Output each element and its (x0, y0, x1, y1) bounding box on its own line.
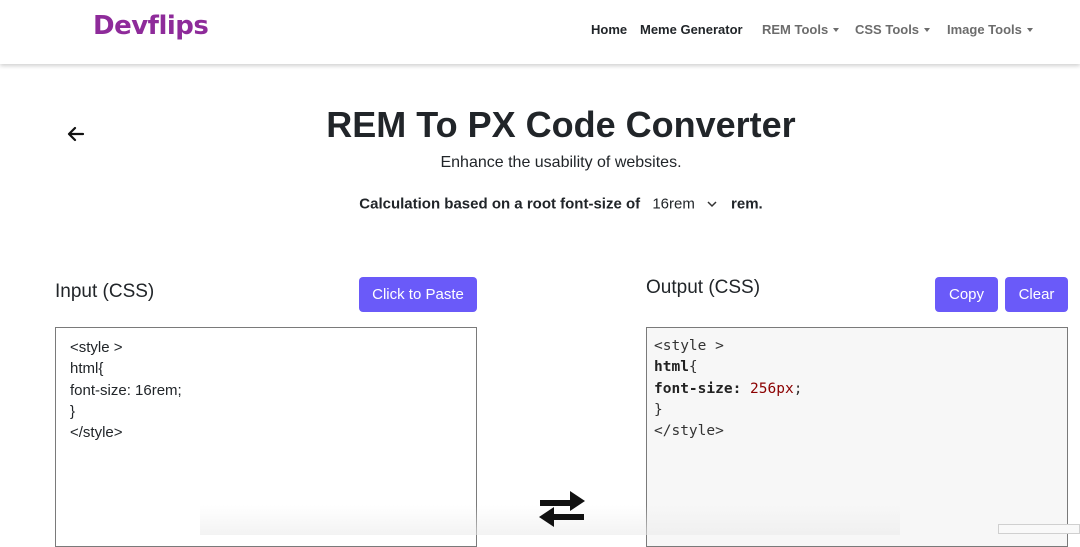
output-code-line: <style > (654, 338, 724, 354)
css-semicolon: ; (793, 380, 803, 397)
input-code-line: </style> (70, 424, 123, 442)
output-label: Output (CSS) (646, 277, 761, 298)
input-code-line: } (70, 402, 76, 420)
output-code-line: </style> (654, 423, 724, 440)
input-code-line: html{ (70, 360, 104, 378)
clear-button[interactable]: Clear (1005, 277, 1068, 312)
paste-button[interactable]: Click to Paste (359, 277, 477, 312)
nav-rem-tools[interactable]: REM Tools (762, 22, 840, 37)
copy-button[interactable]: Copy (935, 277, 998, 312)
site-logo[interactable]: Devflips (93, 11, 209, 41)
input-css-textarea[interactable]: <style > html{ font-size: 16rem; } </sty… (55, 327, 477, 547)
dropdown-caret-icon (833, 28, 840, 32)
chevron-down-icon (707, 201, 717, 207)
root-font-size-row: Calculation based on a root font-size of… (0, 195, 1080, 213)
corner-widget (998, 524, 1080, 534)
swap-arrows-icon[interactable] (536, 489, 588, 529)
input-label: Input (CSS) (55, 281, 155, 302)
navbar: Devflips Home Meme Generator REM Tools C… (0, 0, 1080, 64)
dropdown-caret-icon (924, 28, 931, 32)
page-subtitle: Enhance the usability of websites. (440, 154, 682, 171)
nav-meme-generator[interactable]: Meme Generator (640, 22, 743, 37)
css-brace: { (688, 359, 698, 376)
nav-image-tools-label: Image Tools (947, 22, 1022, 37)
nav-image-tools[interactable]: Image Tools (947, 22, 1033, 37)
nav-rem-tools-label: REM Tools (762, 22, 829, 37)
root-font-size-select[interactable]: 16rem (652, 195, 717, 213)
css-value: 256px (750, 380, 794, 397)
output-code-line: html{ (654, 357, 1060, 378)
output-code-line: font-size: 256px; (654, 379, 1060, 400)
nav-css-tools[interactable]: CSS Tools (855, 22, 931, 37)
dropdown-caret-icon (1026, 28, 1033, 32)
calc-prefix-text: Calculation based on a root font-size of (359, 195, 641, 213)
input-code-line: font-size: 16rem; (70, 381, 182, 399)
nav-home[interactable]: Home (591, 22, 627, 37)
css-property: font-size: (654, 380, 742, 397)
output-code-line: } (654, 401, 663, 418)
css-selector: html (654, 359, 689, 376)
input-code-line: <style > (70, 339, 123, 356)
output-css-code[interactable]: <style > html{ font-size: 256px; } </sty… (646, 327, 1068, 547)
root-font-size-value: 16rem (652, 195, 695, 213)
page-title: REM To PX Code Converter (326, 104, 796, 145)
nav-css-tools-label: CSS Tools (855, 22, 920, 37)
calc-suffix-text: rem. (731, 195, 763, 213)
